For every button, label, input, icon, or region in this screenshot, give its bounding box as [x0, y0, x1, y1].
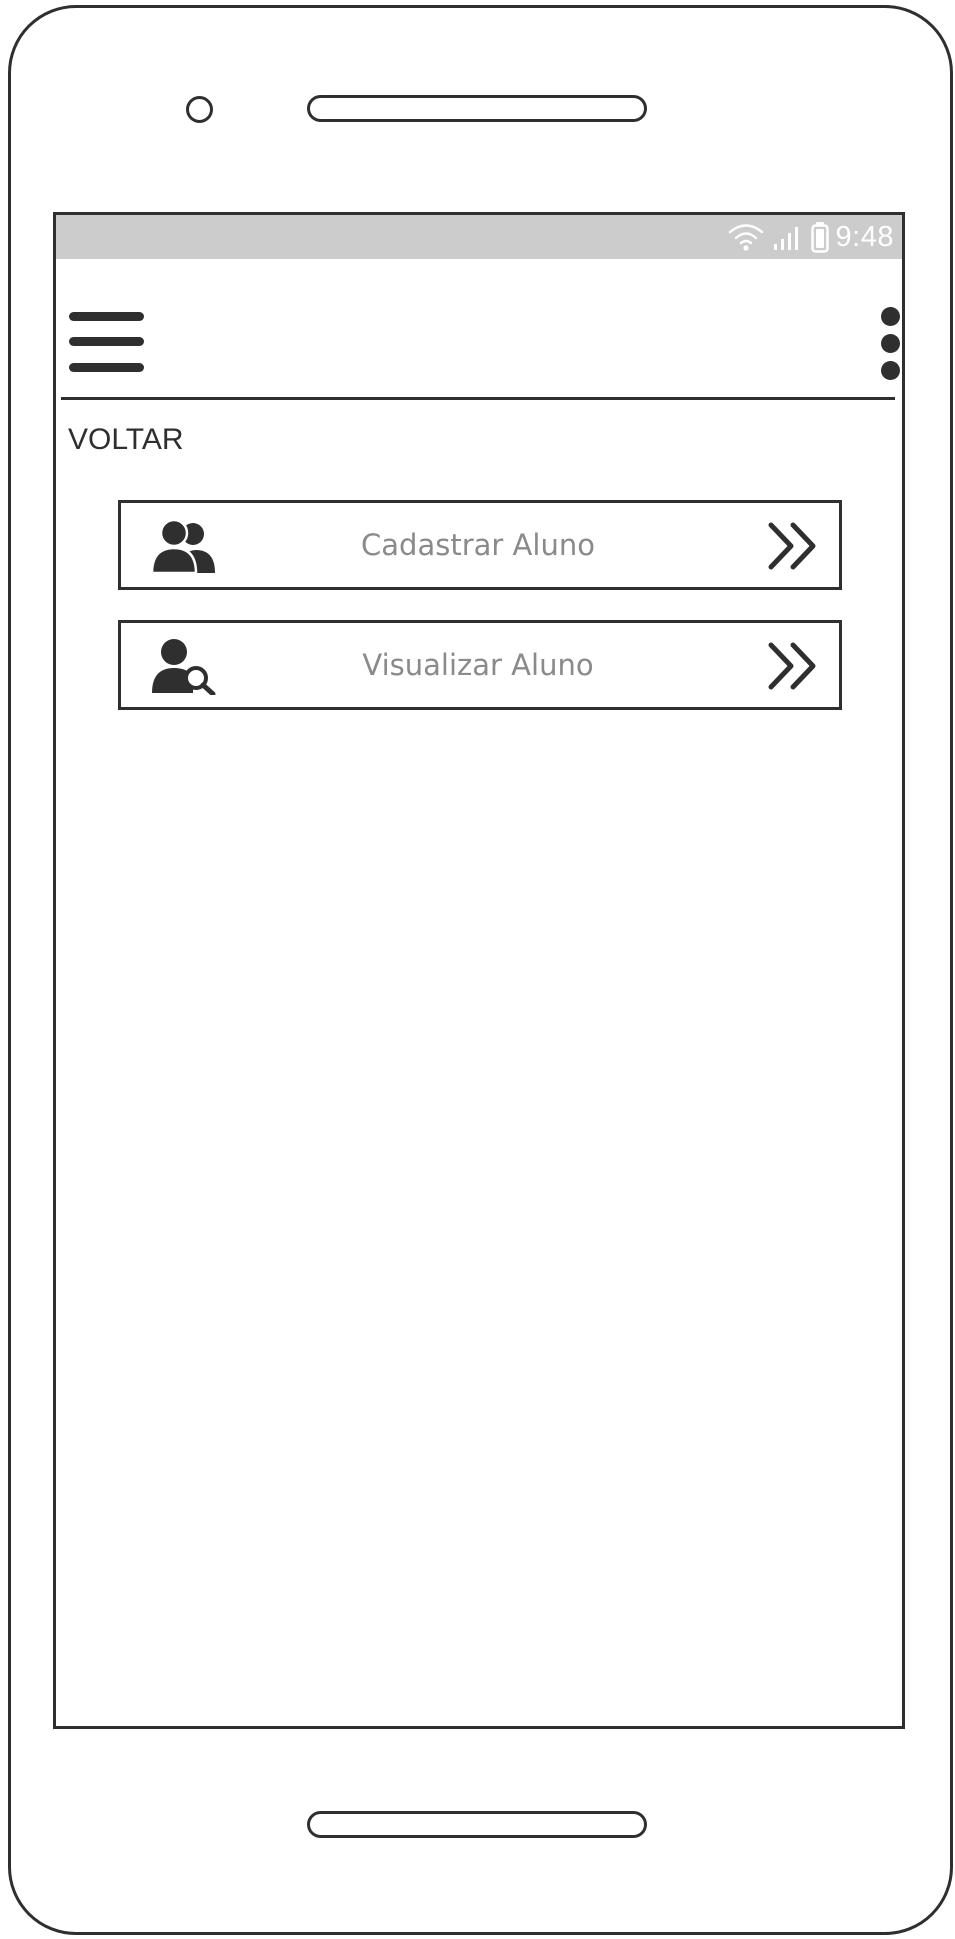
- users-icon: [151, 519, 215, 575]
- front-camera: [186, 96, 213, 123]
- app-bar-divider: [61, 397, 895, 400]
- register-student-label: Cadastrar Aluno: [361, 528, 595, 562]
- status-bar: 9:48: [56, 215, 902, 259]
- status-time: 9:48: [835, 220, 894, 253]
- double-chevron-right-icon: [768, 642, 816, 690]
- view-student-button[interactable]: Visualizar Aluno: [118, 620, 842, 710]
- battery-icon: [810, 222, 829, 253]
- view-student-label: Visualizar Aluno: [362, 648, 594, 682]
- wifi-icon: [728, 224, 763, 251]
- signal-icon: [773, 227, 798, 250]
- hamburger-menu-icon[interactable]: [69, 311, 144, 375]
- status-icons: 9:48: [726, 219, 894, 255]
- phone-screen: 9:48 VOLTAR Cadastrar Aluno Visualizar A…: [53, 212, 905, 1729]
- double-chevron-right-icon: [768, 522, 816, 570]
- user-search-icon: [152, 639, 216, 695]
- earpiece-speaker: [307, 95, 647, 122]
- more-vert-icon[interactable]: [879, 307, 902, 383]
- bottom-speaker: [307, 1811, 647, 1838]
- back-link[interactable]: VOLTAR: [68, 423, 184, 457]
- wireframe-canvas: 9:48 VOLTAR Cadastrar Aluno Visualizar A…: [0, 0, 955, 1939]
- register-student-button[interactable]: Cadastrar Aluno: [118, 500, 842, 590]
